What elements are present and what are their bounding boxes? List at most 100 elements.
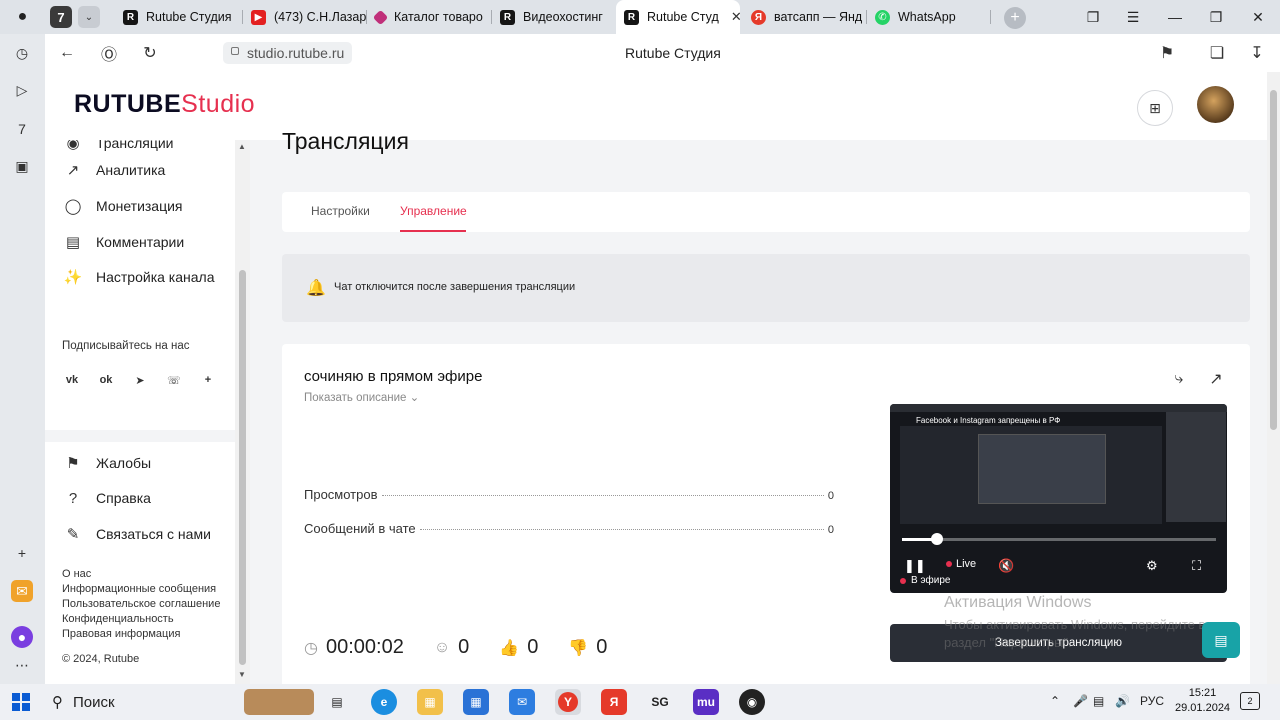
tab-youtube[interactable]: ▶ (473) С.Н.Лазар bbox=[243, 0, 366, 34]
sidebar-item-comments[interactable]: ▤ Комментарии bbox=[45, 227, 235, 257]
settings-icon[interactable]: ⚙ bbox=[1146, 558, 1158, 574]
footer-link-agreement[interactable]: Пользовательское соглашение bbox=[62, 597, 220, 612]
footer-link-info[interactable]: Информационные сообщения bbox=[62, 582, 220, 597]
odnoklassniki-icon[interactable]: ok bbox=[96, 370, 116, 390]
rutube-studio-logo[interactable]: RUTUBEStudio bbox=[74, 90, 255, 119]
search-highlight-image[interactable] bbox=[244, 689, 314, 715]
sidebar-scrollbar[interactable]: ▲ ▼ bbox=[235, 140, 250, 684]
pause-icon[interactable]: ❚❚ bbox=[904, 558, 926, 574]
player-progress[interactable] bbox=[902, 533, 1216, 545]
windows-start-icon[interactable] bbox=[12, 693, 30, 711]
external-link-icon[interactable]: ↗ bbox=[1205, 368, 1227, 390]
task-view-icon[interactable]: ▤ bbox=[324, 689, 350, 715]
add-icon[interactable]: + bbox=[11, 542, 33, 564]
url-field[interactable]: studio.rutube.ru bbox=[223, 42, 353, 64]
close-icon[interactable]: ✕ bbox=[731, 9, 740, 25]
microphone-icon[interactable]: 🎤 bbox=[1073, 694, 1088, 708]
live-indicator[interactable]: Live bbox=[946, 558, 976, 570]
explorer-icon[interactable]: ▦ bbox=[417, 689, 443, 715]
language-indicator[interactable]: РУС bbox=[1140, 694, 1164, 708]
bookmark-icon[interactable]: ⚑ bbox=[1155, 42, 1179, 64]
store-icon[interactable]: ▦ bbox=[463, 689, 489, 715]
collection-icon[interactable]: ❏ bbox=[1205, 42, 1229, 64]
mute-icon[interactable]: 🔇 bbox=[998, 558, 1014, 574]
play-icon[interactable]: ▷ bbox=[11, 79, 33, 101]
tab-yandex-search[interactable]: Я ватсапп — Янд bbox=[743, 0, 865, 34]
sidebar-item-help[interactable]: ? Справка bbox=[45, 483, 235, 513]
notice-text: Чат отключится после завершения трансляц… bbox=[334, 281, 576, 293]
menu-icon[interactable]: ☰ bbox=[1113, 0, 1153, 34]
network-icon[interactable]: ▤ bbox=[1093, 694, 1104, 708]
taskbar-search[interactable]: ⚲ Поиск bbox=[52, 688, 115, 716]
tab-settings[interactable]: Настройки bbox=[311, 204, 370, 218]
camera-icon[interactable]: ▣ bbox=[11, 155, 33, 177]
tab-videohosting[interactable]: R Видеохостинг bbox=[492, 0, 612, 34]
stat-chat-messages: Сообщений в чате 0 bbox=[304, 521, 834, 536]
back-icon[interactable]: ← bbox=[55, 42, 79, 64]
tab-catalog[interactable]: Каталог товаро bbox=[367, 0, 490, 34]
profile-icon[interactable]: ● bbox=[0, 0, 45, 34]
tab-counter[interactable]: 7 bbox=[50, 6, 72, 28]
share-icon[interactable]: ⤷ bbox=[1168, 368, 1190, 390]
notifications-icon[interactable]: 2 bbox=[1240, 692, 1260, 710]
more-icon[interactable]: ⋯ bbox=[11, 654, 33, 676]
yandex-app-icon[interactable]: Я bbox=[601, 689, 627, 715]
fullscreen-icon[interactable]: ⛶ bbox=[1192, 558, 1201, 574]
mu-app-icon[interactable]: mu bbox=[693, 689, 719, 715]
video-player[interactable]: Facebook и Instagram запрещены в РФ ❚❚ L… bbox=[890, 404, 1227, 593]
taskbar-clock[interactable]: 15:21 29.01.2024 bbox=[1175, 686, 1230, 716]
footer-link-about[interactable]: О нас bbox=[62, 567, 220, 582]
page-scroll-thumb[interactable] bbox=[1270, 90, 1277, 430]
show-description-toggle[interactable]: Показать описание ⌄ bbox=[304, 390, 419, 404]
flag-icon: ⚑ bbox=[66, 455, 80, 472]
tray-chevron-icon[interactable]: ⌃ bbox=[1050, 694, 1060, 708]
volume-icon[interactable]: 🔊 bbox=[1115, 694, 1130, 708]
sidebar-item-channel-settings[interactable]: ✨ Настройка канала bbox=[45, 262, 235, 292]
yandex-browser-icon[interactable]: Y bbox=[555, 689, 581, 715]
scroll-down-icon[interactable]: ▼ bbox=[238, 670, 246, 679]
chevron-down-icon[interactable]: ⌄ bbox=[78, 6, 100, 28]
plus-icon[interactable]: + bbox=[198, 370, 218, 390]
stat-views: Просмотров 0 bbox=[304, 487, 834, 502]
viber-icon[interactable]: ☏ bbox=[164, 370, 184, 390]
new-tab-button[interactable]: + bbox=[1004, 7, 1026, 29]
sidebar-item-complaints[interactable]: ⚑ Жалобы bbox=[45, 448, 235, 478]
app-header: RUTUBEStudio ⊞ bbox=[45, 72, 1267, 140]
obs-icon[interactable]: ◉ bbox=[739, 689, 765, 715]
close-window-icon[interactable]: ✕ bbox=[1238, 0, 1278, 34]
upload-button[interactable]: ⊞ bbox=[1137, 90, 1173, 126]
tab-whatsapp[interactable]: ✆ WhatsApp bbox=[867, 0, 989, 34]
tab-rutube-studio-active[interactable]: R Rutube Студ ✕ bbox=[616, 0, 740, 34]
footer-link-legal[interactable]: Правовая информация bbox=[62, 627, 220, 642]
history-icon[interactable]: ◷ bbox=[11, 42, 33, 64]
avatar[interactable] bbox=[1197, 86, 1234, 123]
scroll-up-icon[interactable]: ▲ bbox=[238, 142, 246, 151]
reload-icon[interactable]: ↻ bbox=[138, 42, 162, 64]
tab-management[interactable]: Управление bbox=[400, 204, 467, 218]
telegram-icon[interactable]: ➤ bbox=[130, 370, 150, 390]
chat-button[interactable]: ▤ bbox=[1202, 622, 1240, 658]
chart-icon: ↗ bbox=[66, 162, 80, 179]
collections-icon[interactable]: ❐ bbox=[1073, 0, 1113, 34]
download-icon[interactable]: ↧ bbox=[1245, 42, 1269, 64]
restore-icon[interactable]: ❐ bbox=[1196, 0, 1236, 34]
page-scrollbar[interactable] bbox=[1267, 72, 1280, 684]
sidebar-item-analytics[interactable]: ↗ Аналитика bbox=[45, 155, 235, 185]
sg-app-icon[interactable]: SG bbox=[647, 689, 673, 715]
sidebar-item-monetization[interactable]: ◯ Монетизация bbox=[45, 191, 235, 221]
mail-icon[interactable]: ✉ bbox=[11, 580, 33, 602]
app-7-icon[interactable]: 7 bbox=[11, 118, 33, 140]
help-icon: ? bbox=[68, 489, 78, 507]
alice-icon[interactable]: ● bbox=[11, 626, 33, 648]
tab-rutube-studio-1[interactable]: R Rutube Студия bbox=[115, 0, 240, 34]
vk-icon[interactable]: vk bbox=[62, 370, 82, 390]
minimize-icon[interactable]: — bbox=[1155, 0, 1195, 34]
sidebar-scroll-thumb[interactable] bbox=[239, 270, 246, 665]
yandex-home-icon[interactable]: Ⓞ bbox=[97, 42, 121, 64]
footer-link-privacy[interactable]: Конфиденциальность bbox=[62, 612, 220, 627]
whatsapp-icon: ✆ bbox=[875, 9, 890, 25]
edge-icon[interactable]: e bbox=[371, 689, 397, 715]
progress-handle[interactable] bbox=[930, 533, 943, 545]
sidebar-item-contact[interactable]: ✎ Связаться с нами bbox=[45, 519, 235, 549]
mail-app-icon[interactable]: ✉ bbox=[509, 689, 535, 715]
